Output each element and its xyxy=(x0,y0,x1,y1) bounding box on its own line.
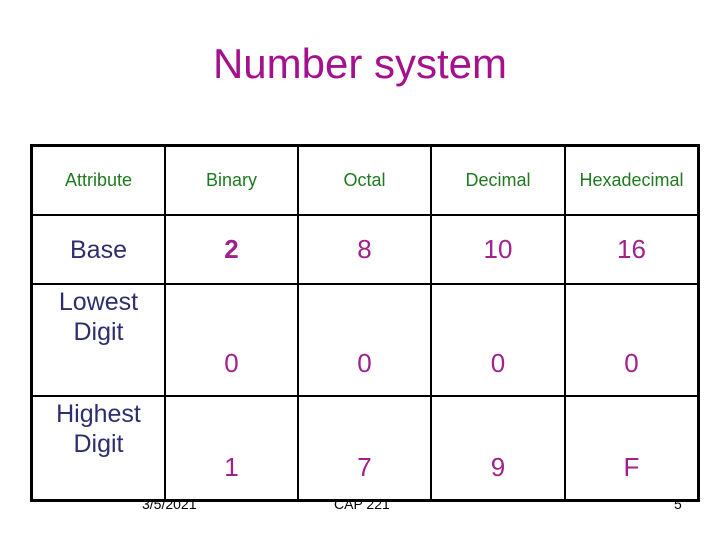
cell-octal-highest: 7 xyxy=(297,395,432,502)
cell-binary-base: 2 xyxy=(164,214,299,285)
header-hexadecimal: Hexadecimal xyxy=(564,144,700,216)
cell-hex-lowest: 0 xyxy=(564,283,700,397)
header-binary: Binary xyxy=(164,144,299,216)
cell-decimal-base: 10 xyxy=(430,214,566,285)
header-attribute: Attribute xyxy=(30,144,166,216)
table-row: Highest Digit 1 7 9 F xyxy=(30,395,700,502)
number-system-table: Attribute Binary Octal Decimal Hexadecim… xyxy=(30,144,700,502)
cell-octal-base: 8 xyxy=(297,214,432,285)
header-octal: Octal xyxy=(297,144,432,216)
table-header-row: Attribute Binary Octal Decimal Hexadecim… xyxy=(30,144,700,216)
cell-hex-base: 16 xyxy=(564,214,700,285)
row-label-highest-digit: Highest Digit xyxy=(30,395,166,502)
table-row: Base 2 8 10 16 xyxy=(30,214,700,285)
cell-binary-highest: 1 xyxy=(164,395,299,502)
footer-page-number: 5 xyxy=(674,496,682,512)
footer-course: CAP 221 xyxy=(334,496,390,512)
cell-decimal-lowest: 0 xyxy=(430,283,566,397)
cell-hex-highest: F xyxy=(564,395,700,502)
cell-binary-lowest: 0 xyxy=(164,283,299,397)
row-label-base: Base xyxy=(30,214,166,285)
slide-title: Number system xyxy=(212,40,508,87)
header-decimal: Decimal xyxy=(430,144,566,216)
footer-date: 3/5/2021 xyxy=(142,496,197,512)
row-label-lowest-digit: Lowest Digit xyxy=(30,283,166,397)
cell-octal-lowest: 0 xyxy=(297,283,432,397)
table-row: Lowest Digit 0 0 0 0 xyxy=(30,283,700,397)
cell-decimal-highest: 9 xyxy=(430,395,566,502)
